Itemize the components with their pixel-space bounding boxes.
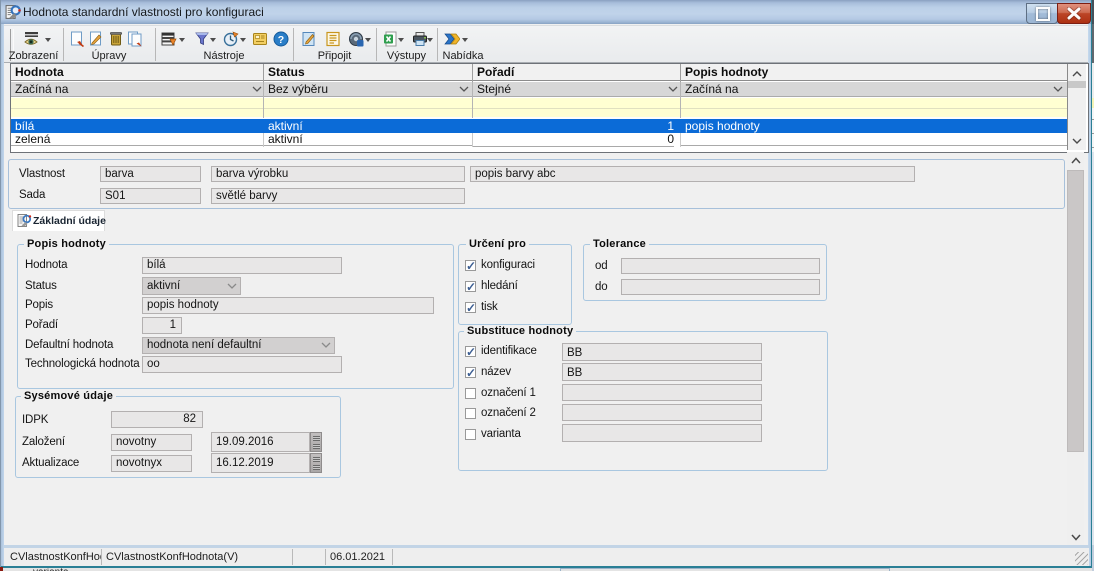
svg-text:?: ? (278, 34, 284, 46)
